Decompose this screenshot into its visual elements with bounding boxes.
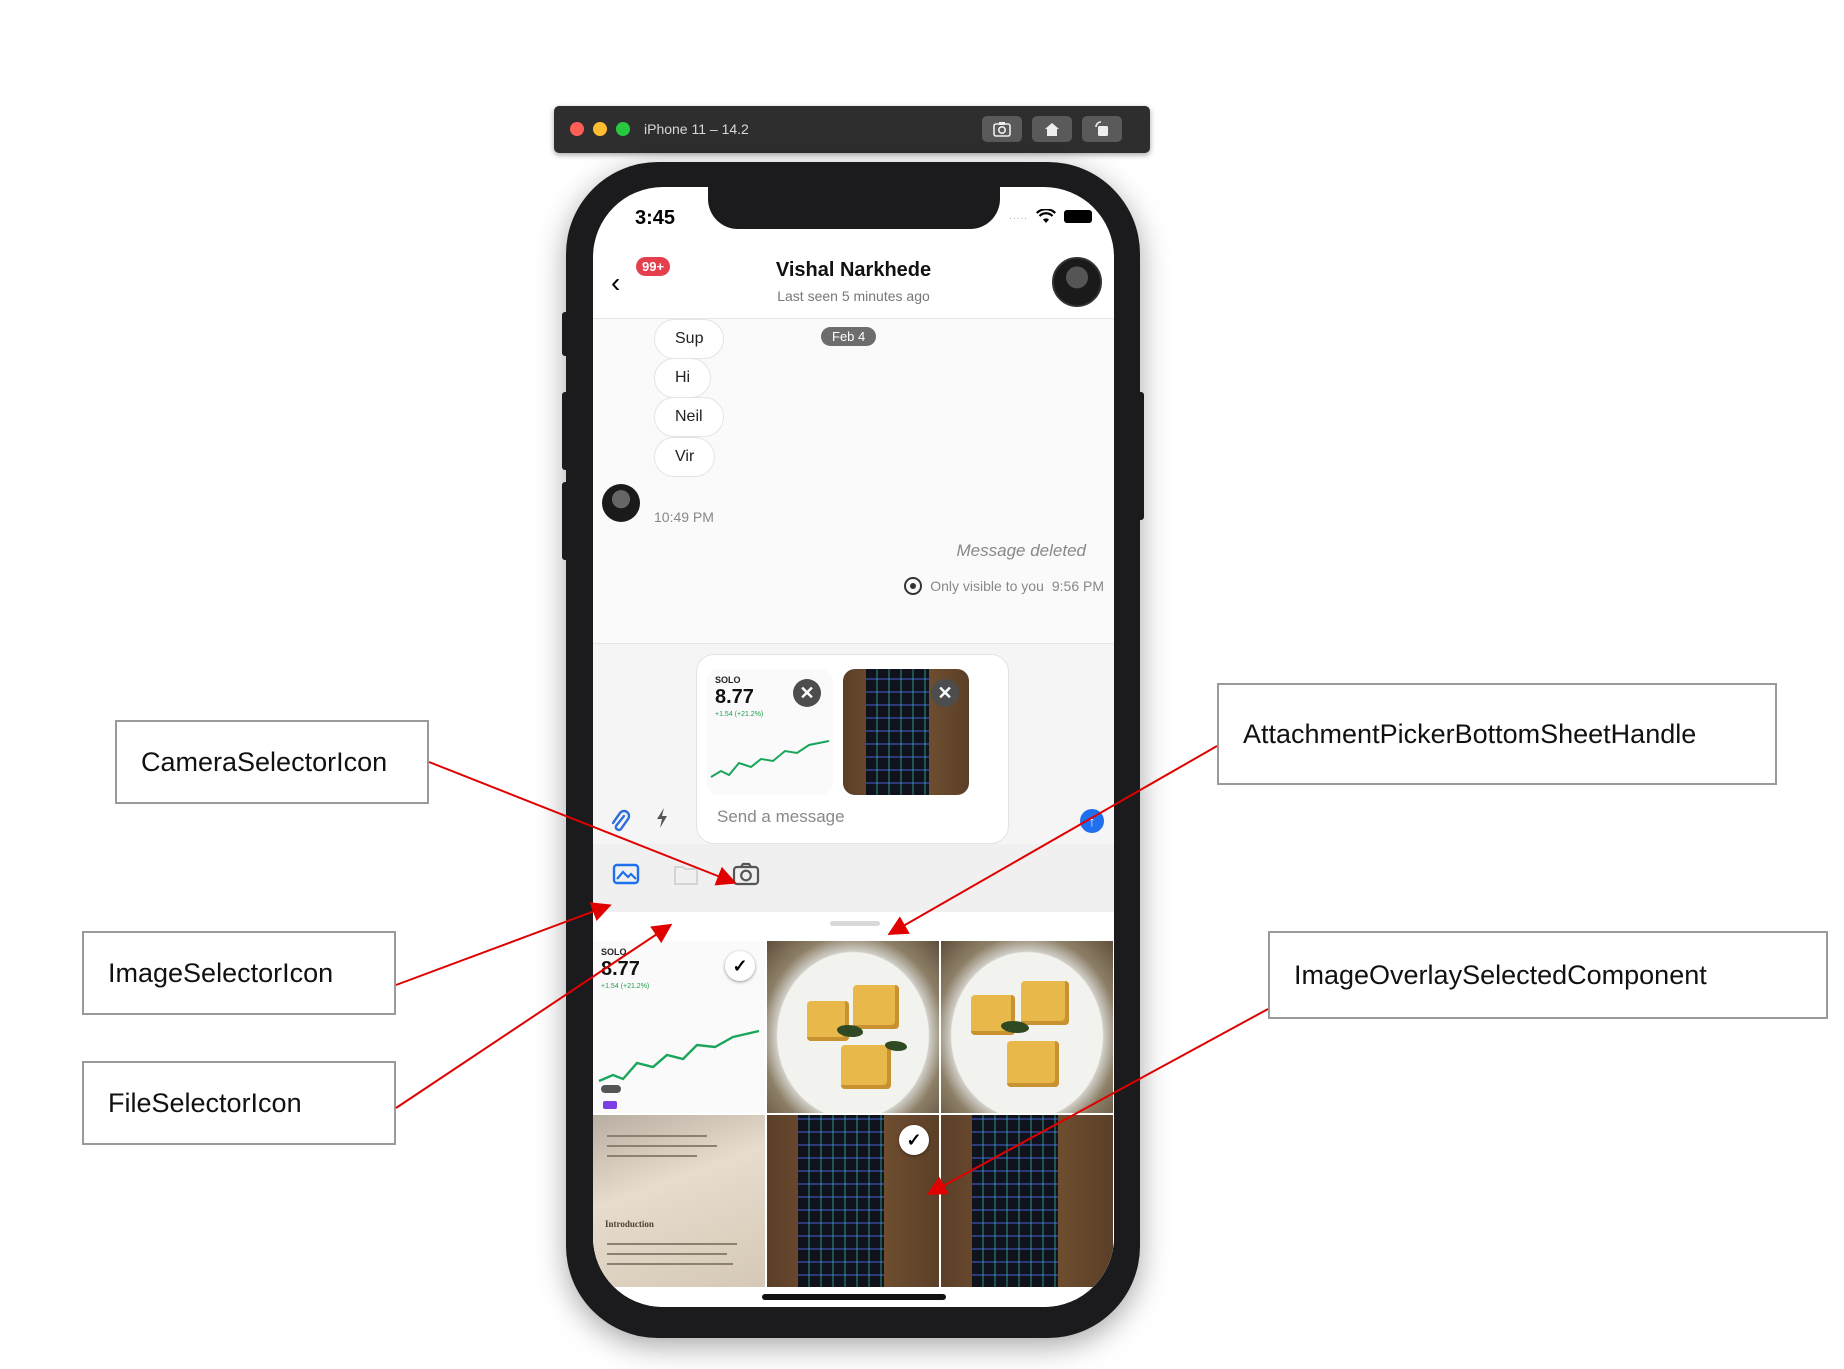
stock-symbol: SOLO (601, 947, 627, 957)
channel-name: Vishal Narkhede (775, 259, 932, 281)
screenshot-icon[interactable] (982, 116, 1022, 142)
simulator-title-bar: iPhone 11 – 14.2 (554, 106, 1150, 153)
close-window-button[interactable] (570, 122, 584, 136)
stock-change: +1.54 (+21.2%) (715, 711, 764, 718)
attachment-thumbnail[interactable]: ✕ (843, 669, 969, 795)
attachment-thumbnail[interactable]: SOLO 8.77 +1.54 (+21.2%) ✕ (707, 669, 833, 795)
image-overlay-selected-component: ✓ (899, 1125, 929, 1155)
attachment-picker-bottom-sheet[interactable]: SOLO 8.77 +1.54 (+21.2%) ✓ Introduction … (593, 912, 1114, 1307)
image-selector-icon[interactable] (611, 859, 641, 889)
visibility-label: Only visible to you (930, 578, 1044, 594)
stock-change: +1.54 (+21.2%) (601, 983, 650, 990)
gallery-image[interactable] (767, 941, 939, 1113)
last-seen-status: Last seen 5 minutes ago (777, 288, 930, 304)
stock-price: 8.77 (715, 686, 754, 708)
power-button (1136, 392, 1144, 520)
message-composer[interactable]: SOLO 8.77 +1.54 (+21.2%) ✕ ✕ Send a mess… (696, 654, 1009, 844)
image-overlay-selected-component: ✓ (725, 951, 755, 981)
notch (708, 187, 1000, 229)
stock-line-icon (710, 740, 830, 778)
gallery-image[interactable] (941, 1115, 1113, 1287)
stock-line-icon (598, 1029, 760, 1109)
gallery-image[interactable]: Introduction (593, 1115, 765, 1287)
attachment-picker-bottom-sheet-handle[interactable] (830, 921, 880, 926)
visibility-note: Only visible to you 9:56 PM (904, 577, 1104, 595)
gallery-image[interactable] (941, 941, 1113, 1113)
signal-icon: ..... (1009, 211, 1028, 222)
message-bubble[interactable]: Sup (654, 319, 725, 359)
message-bubble[interactable]: Neil (654, 397, 724, 437)
annotation-image-overlay-selected: ImageOverlaySelectedComponent (1268, 931, 1828, 1019)
status-indicators: ..... (1009, 209, 1092, 224)
file-selector-icon[interactable] (671, 859, 701, 889)
commands-bolt-icon[interactable] (655, 807, 669, 835)
food-photo (941, 941, 1113, 1113)
channel-avatar[interactable] (1052, 257, 1102, 307)
volume-down-button (562, 482, 570, 560)
gallery-image[interactable]: SOLO 8.77 +1.54 (+21.2%) ✓ (593, 941, 765, 1113)
attachment-clip-icon[interactable] (609, 809, 631, 842)
book-heading: Introduction (605, 1219, 654, 1229)
deleted-message[interactable]: Message deleted (957, 541, 1086, 561)
battery-icon (1064, 210, 1092, 223)
attachment-picker-tabs (593, 844, 1114, 912)
message-input[interactable]: Send a message (717, 807, 845, 827)
deleted-timestamp: 9:56 PM (1051, 578, 1104, 594)
maximize-window-button[interactable] (616, 122, 630, 136)
send-button[interactable]: ↑ (1080, 809, 1104, 833)
date-separator: Feb 4 (821, 327, 877, 346)
stage: iPhone 11 – 14.2 3:45 ..... ‹ 99+ Vishal… (0, 0, 1844, 1369)
remove-attachment-button[interactable]: ✕ (931, 679, 959, 707)
minimize-window-button[interactable] (593, 122, 607, 136)
keyboard-photo (941, 1115, 1113, 1287)
book-page-photo: Introduction (593, 1115, 765, 1287)
status-time: 3:45 (635, 207, 676, 229)
mute-switch (562, 312, 570, 356)
wifi-icon (1036, 209, 1056, 223)
eye-icon (904, 577, 923, 595)
annotation-camera-selector: CameraSelectorIcon (115, 720, 429, 804)
food-photo (767, 941, 939, 1113)
sender-avatar[interactable] (602, 484, 640, 522)
home-indicator (762, 1294, 946, 1300)
message-bubble[interactable]: Vir (654, 437, 716, 477)
stock-price: 8.77 (601, 958, 640, 980)
home-icon[interactable] (1032, 116, 1072, 142)
remove-attachment-button[interactable]: ✕ (793, 679, 821, 707)
annotation-image-selector: ImageSelectorIcon (82, 931, 396, 1015)
volume-up-button (562, 392, 570, 470)
annotation-file-selector: FileSelectorIcon (82, 1061, 396, 1145)
stock-symbol: SOLO (715, 675, 741, 685)
phone-screen: 3:45 ..... ‹ 99+ Vishal Narkhede Last se… (593, 187, 1114, 1307)
message-bubble[interactable]: Hi (654, 358, 712, 398)
rotate-icon[interactable] (1082, 116, 1122, 142)
simulator-title: iPhone 11 – 14.2 (644, 121, 749, 137)
gallery-image[interactable]: ✓ (767, 1115, 939, 1287)
annotation-bottom-sheet-handle: AttachmentPickerBottomSheetHandle (1217, 683, 1777, 785)
message-timestamp: 10:49 PM (654, 509, 714, 525)
camera-selector-icon[interactable] (731, 859, 761, 889)
